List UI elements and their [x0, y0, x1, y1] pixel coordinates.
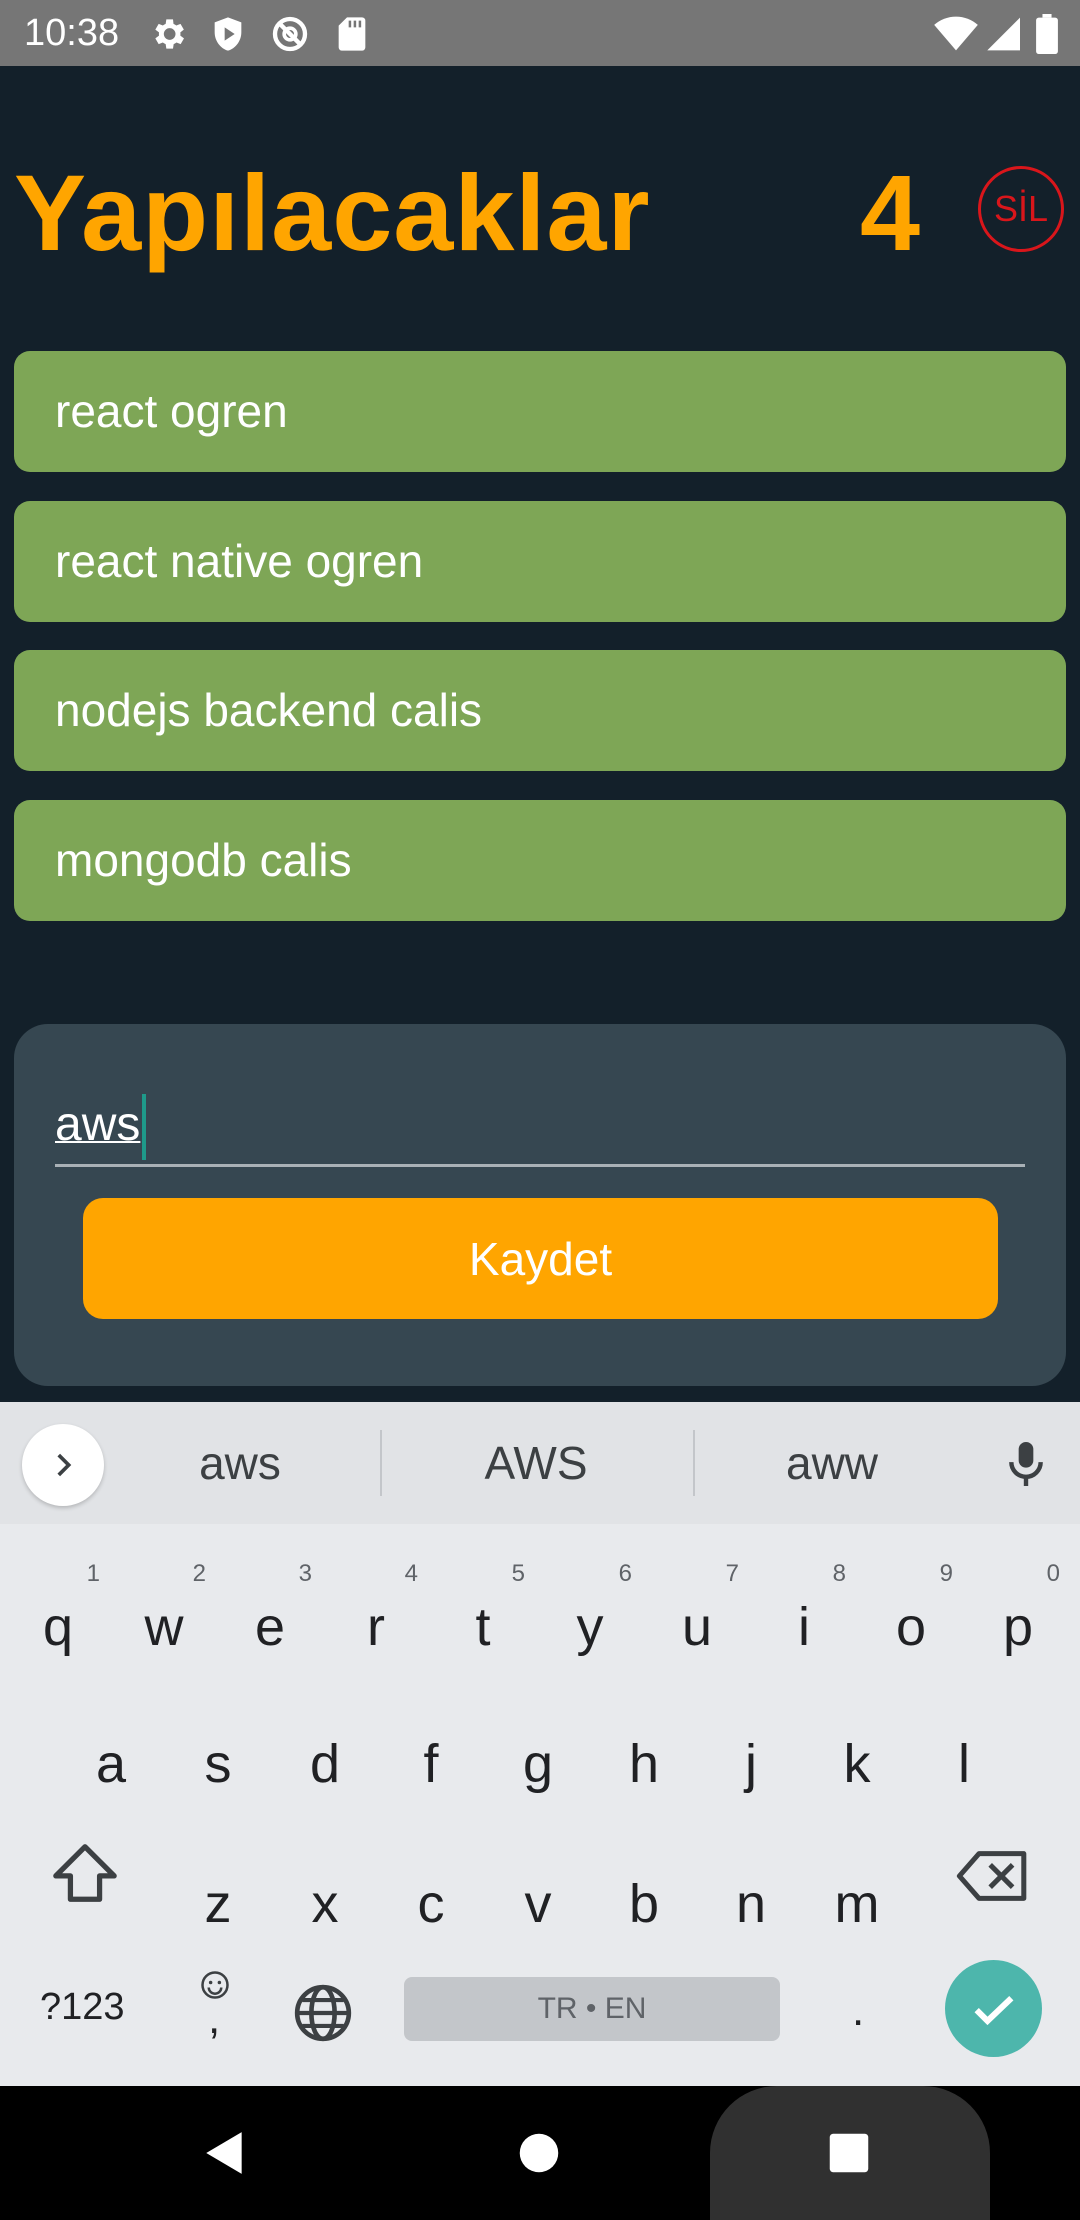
todo-item[interactable]: react native ogren [14, 501, 1066, 622]
navigation-bar [0, 2086, 1080, 2220]
mic-icon[interactable] [1004, 1438, 1048, 1495]
key-hint: 4 [404, 1560, 418, 1587]
text-caret [142, 1094, 147, 1161]
key-hint: 3 [298, 1560, 312, 1587]
todo-item[interactable]: mongodb calis [14, 800, 1066, 921]
suggestion-divider [380, 1430, 382, 1496]
signal-icon [984, 14, 1024, 54]
key-hint: 7 [725, 1560, 739, 1587]
key-label: y [576, 1597, 604, 1657]
key-t[interactable]: t5 [433, 1562, 533, 1662]
enter-key[interactable] [945, 1960, 1042, 2057]
key-d[interactable]: d [275, 1729, 375, 1799]
key-hint: 0 [1046, 1560, 1060, 1587]
page-title: Yapılacaklar [14, 152, 651, 273]
key-label: e [254, 1597, 286, 1657]
key-h[interactable]: h [594, 1729, 694, 1799]
sd-card-icon [332, 14, 372, 54]
key-r[interactable]: r4 [326, 1562, 426, 1662]
key-hint: 8 [832, 1560, 846, 1587]
key-a[interactable]: a [61, 1729, 161, 1799]
space-key[interactable]: TR • EN [404, 1977, 780, 2041]
globe-icon[interactable] [292, 1982, 354, 2049]
todo-input-value: aws [55, 1098, 141, 1151]
todo-item[interactable]: react ogren [14, 351, 1066, 472]
battery-icon [1036, 14, 1060, 54]
suggestion-1[interactable]: aws [150, 1422, 330, 1504]
key-label: p [1002, 1597, 1034, 1657]
key-w[interactable]: w2 [114, 1562, 214, 1662]
key-g[interactable]: g [488, 1729, 588, 1799]
key-v[interactable]: v [488, 1869, 588, 1939]
suggestion-strip: aws AWS aww [0, 1402, 1080, 1524]
key-hint: 9 [939, 1560, 953, 1587]
todo-count: 4 [860, 152, 921, 273]
wifi-icon [934, 14, 978, 54]
todo-item[interactable]: nodejs backend calis [14, 650, 1066, 771]
save-button[interactable]: Kaydet [83, 1198, 998, 1319]
suggestion-2[interactable]: AWS [436, 1422, 636, 1504]
key-label: q [42, 1597, 74, 1657]
key-hint: 5 [511, 1560, 525, 1587]
key-c[interactable]: c [381, 1869, 481, 1939]
key-e[interactable]: e3 [220, 1562, 320, 1662]
shield-play-icon [208, 14, 248, 54]
key-b[interactable]: b [594, 1869, 694, 1939]
key-y[interactable]: y6 [540, 1562, 640, 1662]
key-u[interactable]: u7 [647, 1562, 747, 1662]
check-icon [974, 1995, 1013, 2025]
delete-button[interactable]: SİL [978, 166, 1064, 252]
todo-input[interactable]: aws [55, 1090, 147, 1161]
key-n[interactable]: n [701, 1869, 801, 1939]
soft-keyboard: aws AWS aww q1 w2 e3 r4 t5 y6 u7 i8 o9 p… [0, 1402, 1080, 2086]
key-z[interactable]: z [168, 1869, 268, 1939]
input-underline [55, 1164, 1025, 1167]
home-icon[interactable] [518, 2132, 560, 2179]
symbols-key[interactable]: ?123 [40, 1986, 125, 2029]
key-f[interactable]: f [381, 1729, 481, 1799]
key-l[interactable]: l [914, 1729, 1014, 1799]
key-label: t [475, 1597, 491, 1657]
gear-icon [148, 14, 188, 54]
key-label: w [144, 1597, 184, 1657]
key-m[interactable]: m [807, 1869, 907, 1939]
key-k[interactable]: k [807, 1729, 907, 1799]
key-x[interactable]: x [275, 1869, 375, 1939]
key-o[interactable]: o9 [861, 1562, 961, 1662]
key-label: r [367, 1597, 385, 1657]
new-todo-card: aws Kaydet [14, 1024, 1066, 1386]
chevron-right-icon[interactable] [22, 1424, 104, 1506]
key-hint: 1 [86, 1560, 100, 1587]
key-p[interactable]: p0 [968, 1562, 1068, 1662]
key-label: u [681, 1597, 713, 1657]
status-time: 10:38 [24, 12, 120, 54]
status-bar: 10:38 [0, 0, 1080, 66]
backspace-icon[interactable] [956, 1848, 1030, 1909]
period-key[interactable]: . [852, 1986, 864, 2036]
key-hint: 2 [192, 1560, 206, 1587]
suggestion-3[interactable]: aww [742, 1422, 922, 1504]
key-q[interactable]: q1 [8, 1562, 108, 1662]
key-label: o [895, 1597, 927, 1657]
back-icon[interactable] [200, 2128, 250, 2183]
shift-icon[interactable] [50, 1840, 120, 1911]
key-label: i [798, 1597, 810, 1657]
key-hint: 6 [618, 1560, 632, 1587]
key-s[interactable]: s [168, 1729, 268, 1799]
no-sync-icon [270, 14, 310, 54]
suggestion-divider [693, 1430, 695, 1496]
key-i[interactable]: i8 [754, 1562, 854, 1662]
comma-key[interactable]: , [208, 1994, 220, 2044]
key-j[interactable]: j [701, 1729, 801, 1799]
recents-icon[interactable] [828, 2132, 870, 2179]
